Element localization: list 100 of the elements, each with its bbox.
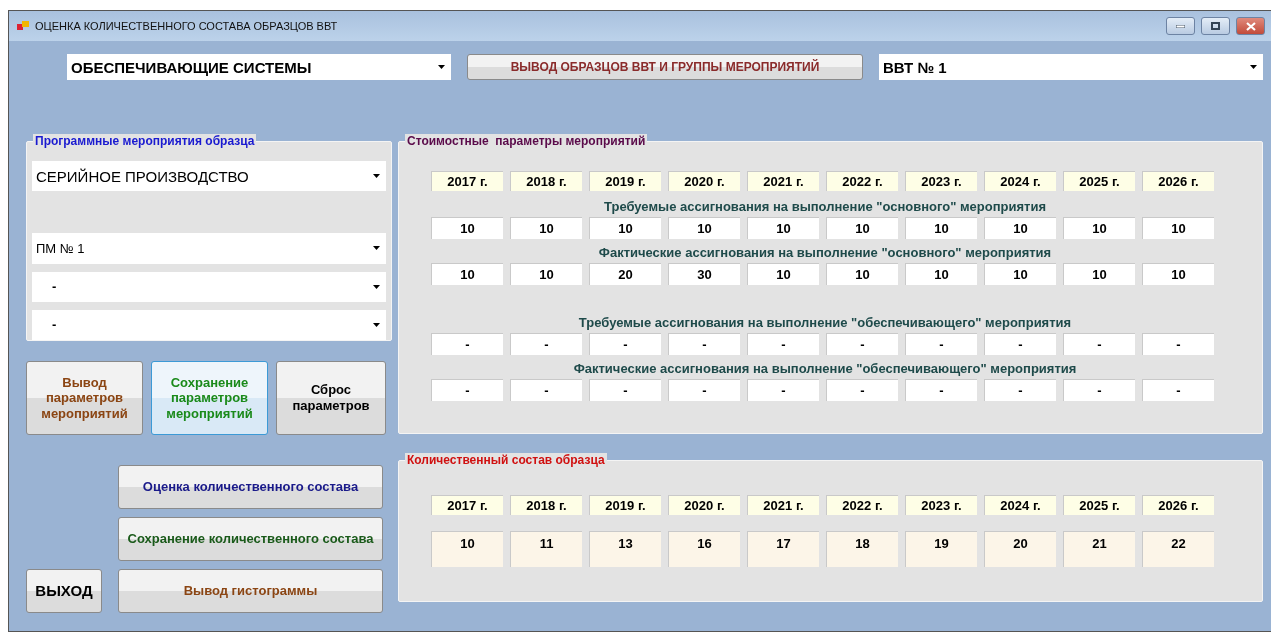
value-field[interactable]: - [1142, 333, 1214, 355]
show-samples-button[interactable]: ВЫВОД ОБРАЗЦОВ ВВТ И ГРУППЫ МЕРОПРИЯТИЙ [467, 54, 863, 80]
value-field[interactable]: - [1063, 333, 1135, 355]
close-icon [1245, 21, 1256, 31]
year-cell: 2022 г. [826, 495, 898, 515]
year-cell: 2023 г. [905, 495, 977, 515]
minimize-button[interactable] [1166, 17, 1195, 35]
panel-title: Количественный состав образца [405, 453, 607, 467]
value-field[interactable]: 10 [510, 263, 582, 285]
value-field[interactable]: - [431, 379, 503, 401]
value-field[interactable]: 10 [826, 263, 898, 285]
value-field[interactable]: - [589, 333, 661, 355]
year-cell: 2019 г. [589, 495, 661, 515]
value-field[interactable]: - [984, 333, 1056, 355]
value-field[interactable]: 30 [668, 263, 740, 285]
value-field[interactable]: 10 [589, 217, 661, 239]
value-field[interactable]: - [431, 333, 503, 355]
value-field[interactable]: 10 [905, 217, 977, 239]
quantity-cell: 10 [431, 531, 503, 567]
value-field[interactable]: - [589, 379, 661, 401]
quantity-action-button[interactable]: Сохранение количественного состава [118, 517, 383, 561]
app-icon [17, 21, 29, 31]
value-field[interactable]: 10 [984, 217, 1056, 239]
quantity-cell: 16 [668, 531, 740, 567]
value-field[interactable]: - [905, 379, 977, 401]
year-cell: 2023 г. [905, 171, 977, 191]
value-field[interactable]: 10 [1142, 217, 1214, 239]
year-cell: 2017 г. [431, 171, 503, 191]
year-cell: 2025 г. [1063, 495, 1135, 515]
value-field[interactable]: - [747, 333, 819, 355]
maximize-icon [1211, 22, 1220, 30]
maximize-button[interactable] [1201, 17, 1230, 35]
year-cell: 2018 г. [510, 171, 582, 191]
category-dropdown[interactable]: ОБЕСПЕЧИВАЮЩИЕ СИСТЕМЫ [67, 54, 451, 80]
quantity-cell: 20 [984, 531, 1056, 567]
quantity-action-button[interactable]: Оценка количественного состава [118, 465, 383, 509]
value-field[interactable]: 10 [431, 217, 503, 239]
event-action-button[interactable]: Вывод параметров мероприятий [26, 361, 143, 435]
value-field[interactable]: 10 [668, 217, 740, 239]
value-field[interactable]: - [1063, 379, 1135, 401]
event-dropdown[interactable]: - [32, 309, 386, 340]
value-field[interactable]: - [747, 379, 819, 401]
quantity-cell: 18 [826, 531, 898, 567]
minimize-icon [1176, 24, 1185, 28]
quantity-cell: 11 [510, 531, 582, 567]
event-dropdown[interactable]: ПМ № 1 [32, 233, 386, 264]
value-field[interactable]: - [510, 333, 582, 355]
value-field[interactable]: 10 [747, 263, 819, 285]
value-field[interactable]: 10 [1063, 263, 1135, 285]
value-field[interactable]: - [826, 333, 898, 355]
dropdown-caret-icon [373, 246, 380, 251]
year-cell: 2024 г. [984, 171, 1056, 191]
value-field[interactable]: - [905, 333, 977, 355]
event-action-button[interactable]: Сохранение параметров мероприятий [151, 361, 268, 435]
event-dropdown[interactable]: СЕРИЙНОЕ ПРОИЗВОДСТВО [32, 161, 386, 192]
dropdown-caret-icon [373, 174, 380, 179]
sample-dropdown[interactable]: ВВТ № 1 [879, 54, 1263, 80]
year-cell: 2022 г. [826, 171, 898, 191]
panel-title: Стоимостные параметры мероприятий [405, 134, 648, 148]
row-caption: Фактические ассигнования на выполнение "основного" мероприятия [597, 245, 1053, 260]
dropdown-caret-icon [1250, 65, 1257, 69]
value-field[interactable]: 10 [510, 217, 582, 239]
value-field[interactable]: 10 [905, 263, 977, 285]
year-cell: 2021 г. [747, 495, 819, 515]
event-dropdown[interactable]: - [32, 271, 386, 302]
value-field[interactable]: 10 [984, 263, 1056, 285]
year-cell: 2024 г. [984, 495, 1056, 515]
dropdown-caret-icon [438, 65, 445, 69]
value-field[interactable]: - [510, 379, 582, 401]
value-field[interactable]: - [1142, 379, 1214, 401]
window-title: ОЦЕНКА КОЛИЧЕСТВЕННОГО СОСТАВА ОБРАЗЦОВ ВВТ [35, 20, 339, 32]
year-cell: 2018 г. [510, 495, 582, 515]
value-field[interactable]: - [668, 333, 740, 355]
value-field[interactable]: - [668, 379, 740, 401]
value-field[interactable]: 20 [589, 263, 661, 285]
row-caption: Фактические ассигнования на выполнение "обеспечивающего" мероприятия [572, 361, 1078, 376]
exit-button[interactable]: ВЫХОД [26, 569, 102, 613]
value-field[interactable]: - [826, 379, 898, 401]
year-cell: 2025 г. [1063, 171, 1135, 191]
close-button[interactable] [1236, 17, 1265, 35]
year-cell: 2021 г. [747, 171, 819, 191]
event-action-button[interactable]: Сброс параметров [276, 361, 386, 435]
value-field[interactable]: 10 [826, 217, 898, 239]
quantity-action-button[interactable]: Вывод гистограммы [118, 569, 383, 613]
value-field[interactable]: 10 [431, 263, 503, 285]
quantity-cell: 21 [1063, 531, 1135, 567]
value-field[interactable]: 10 [1063, 217, 1135, 239]
panel-title: Программные мероприятия образца [33, 134, 257, 148]
dropdown-caret-icon [373, 322, 380, 327]
quantity-cell: 19 [905, 531, 977, 567]
value-field[interactable]: 10 [1142, 263, 1214, 285]
year-cell: 2026 г. [1142, 495, 1214, 515]
dropdown-caret-icon [373, 284, 380, 289]
value-field[interactable]: 10 [747, 217, 819, 239]
quantity-cell: 17 [747, 531, 819, 567]
year-cell: 2020 г. [668, 495, 740, 515]
quantity-cell: 22 [1142, 531, 1214, 567]
year-cell: 2026 г. [1142, 171, 1214, 191]
year-cell: 2019 г. [589, 171, 661, 191]
value-field[interactable]: - [984, 379, 1056, 401]
